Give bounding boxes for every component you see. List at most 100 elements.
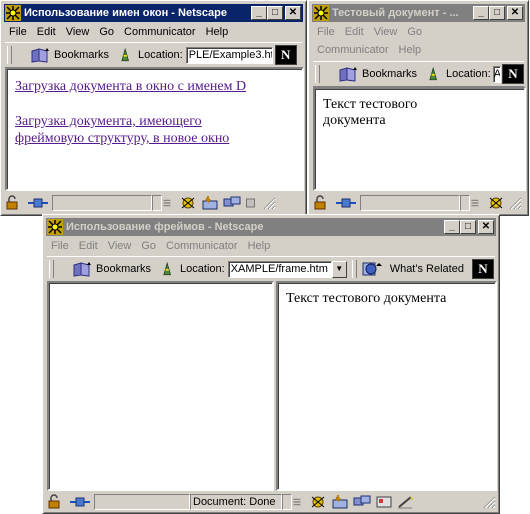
netscape-n-logo[interactable]: N <box>472 259 494 279</box>
menu-file[interactable]: File <box>47 240 75 252</box>
menu-communicator[interactable]: Communicator <box>313 41 395 59</box>
link-load-into-named-window[interactable]: Загрузка документа в окно с именем D <box>15 79 246 94</box>
location-label: Location: <box>138 49 183 61</box>
minimize-button[interactable]: _ <box>444 220 460 234</box>
discussion-icon[interactable] <box>222 195 242 211</box>
minimize-button[interactable]: _ <box>251 6 267 20</box>
toolbar-grip[interactable] <box>49 260 54 278</box>
minimize-icon: _ <box>478 7 484 18</box>
link-load-frameset-line1[interactable]: Загрузка документа, имеющего <box>15 114 202 129</box>
resize-grip-icon[interactable] <box>508 196 522 210</box>
location-dropdown-button[interactable]: ▼ <box>331 260 347 278</box>
menu-communicator[interactable]: Communicator <box>162 240 244 252</box>
close-button[interactable]: ✕ <box>285 6 301 20</box>
status-bar <box>312 193 525 213</box>
menu-view[interactable]: View <box>62 26 96 38</box>
security-lock-icon[interactable] <box>46 494 66 510</box>
minimize-icon: _ <box>449 221 455 232</box>
resize-grip-icon[interactable] <box>262 196 276 210</box>
location-input[interactable]: XAMPLE/frame.htm <box>227 260 332 278</box>
navigator-icon[interactable] <box>308 494 328 510</box>
link-load-frameset-line2[interactable]: фреймовую структуру, в новое окно <box>15 131 229 146</box>
menu-file[interactable]: File <box>5 26 33 38</box>
location-toolbar: Bookmarks Location: A N <box>313 61 524 87</box>
whats-related-button[interactable]: What's Related <box>361 260 464 278</box>
location-icon <box>121 47 130 62</box>
netscape-icon <box>313 5 329 21</box>
menu-go[interactable]: Go <box>403 23 428 41</box>
location-icon <box>163 261 172 276</box>
bookmarks-label: Bookmarks <box>362 68 418 80</box>
netscape-n-logo[interactable]: N <box>502 64 524 84</box>
bookmarks-icon <box>73 262 91 277</box>
title-bar[interactable]: Использование имен окон - Netscape _ □ ✕ <box>4 4 303 22</box>
address-book-icon[interactable] <box>374 494 394 510</box>
maximize-button[interactable]: □ <box>267 6 283 20</box>
whats-related-icon <box>362 262 382 276</box>
mail-icon[interactable] <box>200 195 220 211</box>
connection-icon <box>70 497 90 507</box>
navigator-icon[interactable] <box>486 195 506 211</box>
menu-edit[interactable]: Edit <box>75 240 104 252</box>
window-frames: Использование фреймов - Netscape _ □ ✕ F… <box>42 214 500 514</box>
window-example3: Использование имен окон - Netscape _ □ ✕… <box>0 0 307 216</box>
toolbar-grip[interactable] <box>315 65 320 83</box>
status-progress-cell <box>460 195 470 211</box>
close-icon: ✕ <box>288 7 298 18</box>
menu-edit[interactable]: Edit <box>341 23 370 41</box>
location-input[interactable]: PLE/Example3.htm <box>185 46 273 64</box>
menu-bar: File Edit View Go Communicator Help <box>47 237 495 255</box>
minimize-icon: _ <box>256 7 262 18</box>
page-content: Текст тестового документа <box>313 87 526 191</box>
menu-file[interactable]: File <box>313 23 341 41</box>
menu-go[interactable]: Go <box>137 240 162 252</box>
menu-help[interactable]: Help <box>395 41 428 59</box>
location-toolbar: Bookmarks Location: XAMPLE/frame.htm ▼ W… <box>47 256 495 282</box>
menu-view[interactable]: View <box>104 240 138 252</box>
window-title: Использование фреймов - Netscape <box>66 221 264 233</box>
component-bar-icon[interactable] <box>292 494 306 510</box>
maximize-icon: □ <box>271 7 279 18</box>
location-toolbar: Bookmarks Location: PLE/Example3.htm N <box>5 42 302 68</box>
netscape-n-logo[interactable]: N <box>274 45 297 65</box>
menu-bar: File Edit View Go Communicator Help <box>5 23 302 41</box>
bookmarks-icon <box>31 48 49 63</box>
status-bar <box>4 193 303 213</box>
menu-help[interactable]: Help <box>244 240 277 252</box>
window-title: Тестовый документ - ... <box>332 7 459 19</box>
composer-icon[interactable] <box>244 195 260 211</box>
bookmarks-button[interactable]: Bookmarks <box>71 260 151 278</box>
security-lock-icon[interactable] <box>4 195 24 211</box>
menu-communicator[interactable]: Communicator <box>120 26 202 38</box>
title-bar[interactable]: Тестовый документ - ... _ □ ✕ <box>312 4 525 22</box>
close-button[interactable]: ✕ <box>478 220 494 234</box>
connection-icon <box>28 198 48 208</box>
right-frame: Текст тестового документа <box>276 281 497 491</box>
bookmarks-button[interactable]: Bookmarks <box>337 65 417 83</box>
body-text-line1: Текст тестового <box>323 97 418 112</box>
title-bar[interactable]: Использование фреймов - Netscape _ □ ✕ <box>46 218 496 236</box>
location-label: Location: <box>180 263 225 275</box>
navigator-icon[interactable] <box>178 195 198 211</box>
toolbar-grip[interactable] <box>7 46 12 64</box>
status-spacer-cell <box>282 494 292 510</box>
resize-grip-icon[interactable] <box>482 495 496 509</box>
close-button[interactable]: ✕ <box>507 6 523 20</box>
menu-help[interactable]: Help <box>202 26 235 38</box>
menu-go[interactable]: Go <box>95 26 120 38</box>
maximize-button[interactable]: □ <box>489 6 505 20</box>
security-lock-icon[interactable] <box>312 195 332 211</box>
discussion-icon[interactable] <box>352 494 372 510</box>
menu-view[interactable]: View <box>370 23 404 41</box>
minimize-button[interactable]: _ <box>473 6 489 20</box>
mail-icon[interactable] <box>330 494 350 510</box>
bookmarks-button[interactable]: Bookmarks <box>29 46 109 64</box>
composer-icon[interactable] <box>396 494 416 510</box>
location-input[interactable]: A <box>492 65 501 83</box>
menu-edit[interactable]: Edit <box>33 26 62 38</box>
maximize-icon: □ <box>493 7 501 18</box>
netscape-icon <box>5 5 21 21</box>
component-bar-icon[interactable] <box>470 195 484 211</box>
maximize-button[interactable]: □ <box>460 220 476 234</box>
component-bar-icon[interactable] <box>162 195 176 211</box>
